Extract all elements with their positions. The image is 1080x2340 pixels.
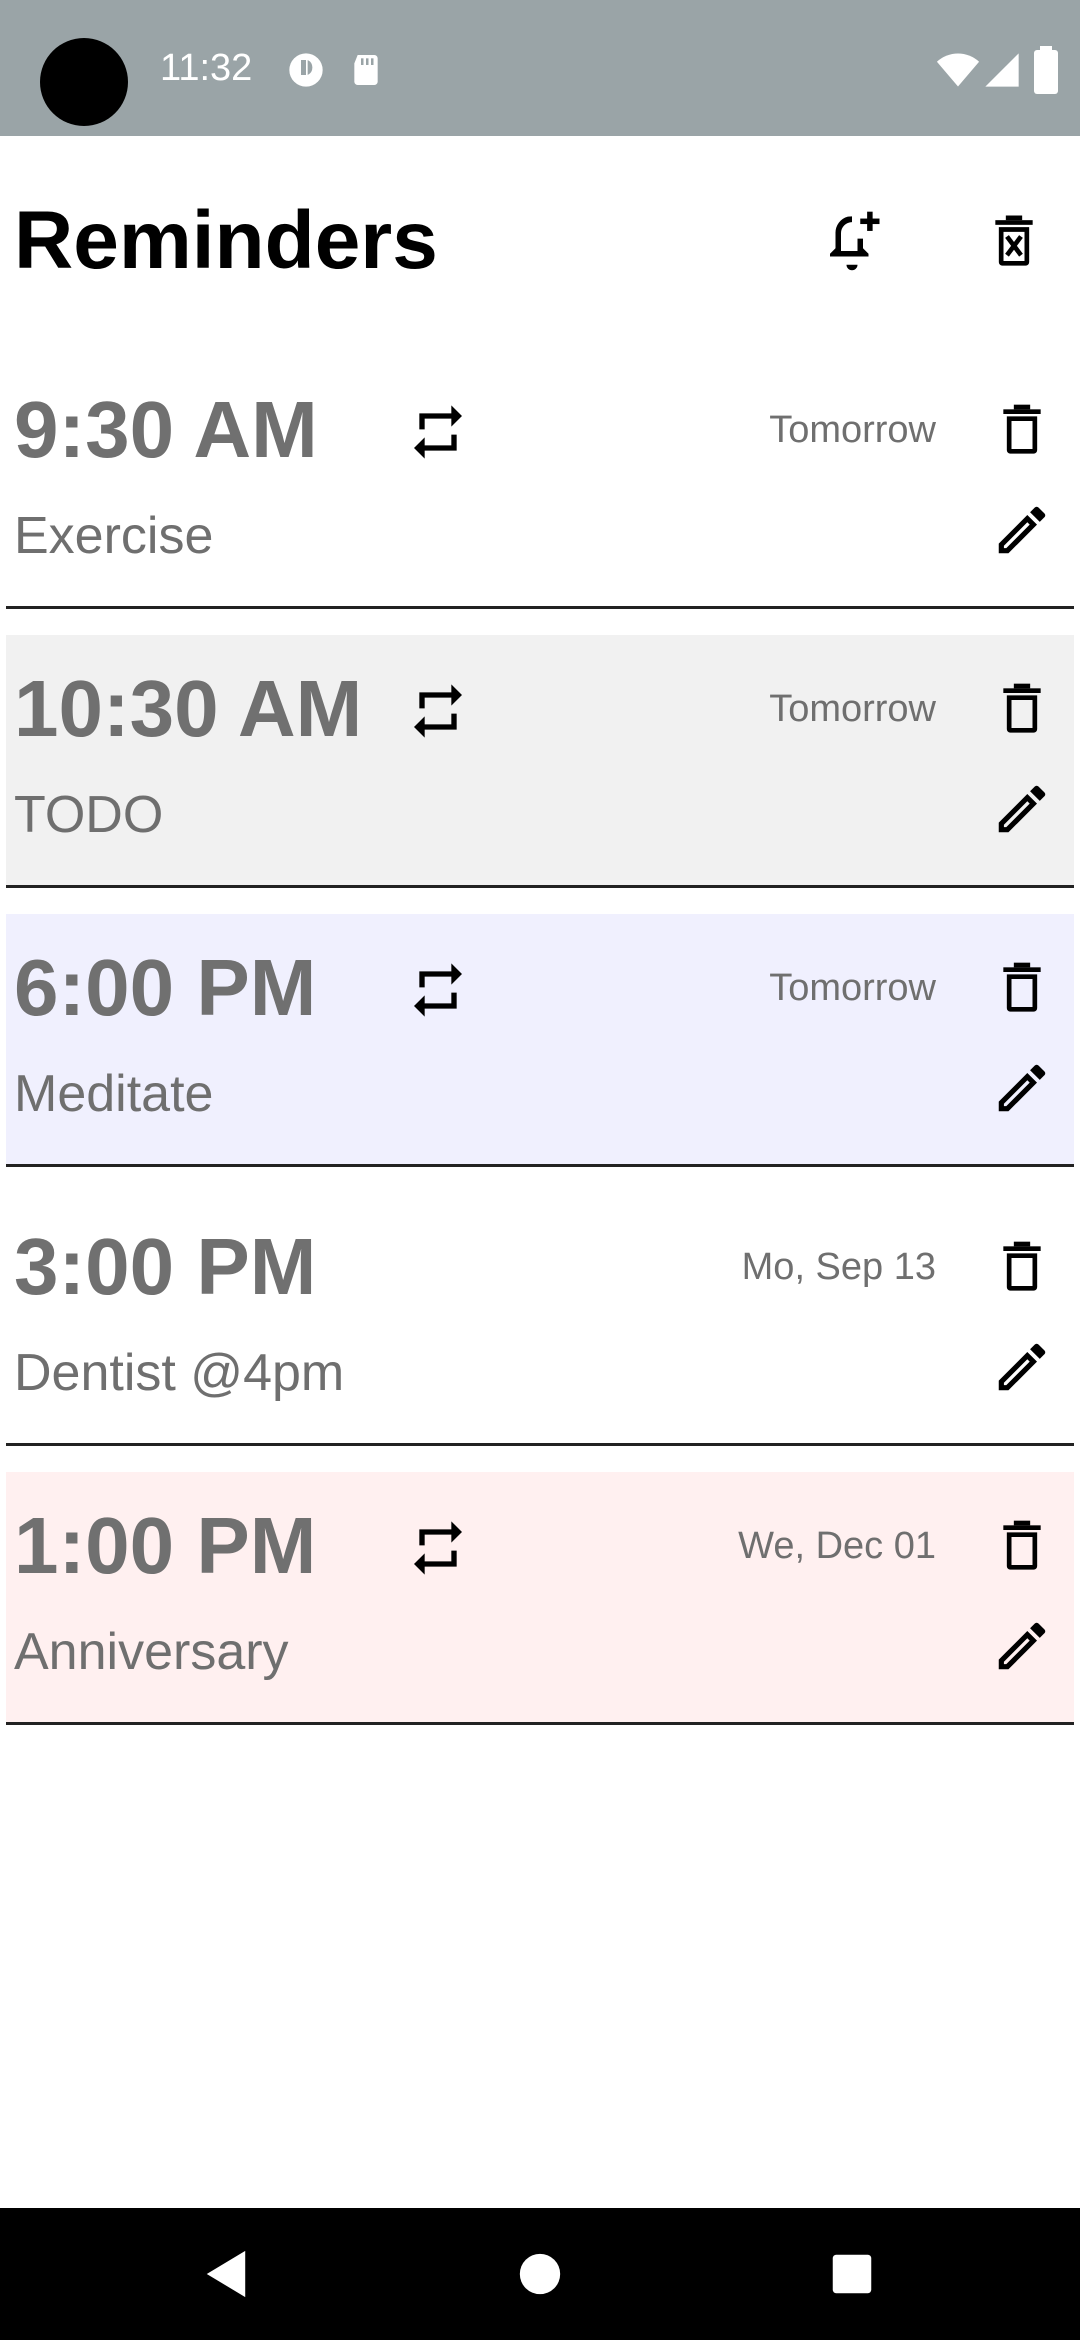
reminder-label: Meditate <box>14 1065 214 1123</box>
reminder-date: Mo, Sep 13 <box>741 1246 936 1288</box>
delete-reminder-button[interactable] <box>986 1508 1058 1580</box>
data-saver-icon <box>289 53 323 87</box>
trash-icon <box>1003 1241 1041 1291</box>
status-time: 11:32 <box>160 47 253 89</box>
sd-card-icon <box>354 55 378 85</box>
edit-reminder-button[interactable] <box>986 494 1058 566</box>
navigation-bar <box>0 2208 1080 2340</box>
trash-icon <box>1003 1520 1041 1570</box>
back-button[interactable] <box>188 2236 264 2312</box>
delete-all-icon <box>995 215 1033 266</box>
reminder-date: We, Dec 01 <box>738 1525 936 1567</box>
trash-icon <box>1003 683 1041 733</box>
reminder-time: 9:30 AM <box>14 385 318 474</box>
reminder-date: Tomorrow <box>769 688 936 730</box>
home-button[interactable] <box>502 2236 578 2312</box>
reminder-item[interactable]: 10:30 AM Tomorrow TODO <box>6 635 1074 888</box>
reminder-item[interactable]: 9:30 AM Tomorrow Exercise <box>6 356 1074 609</box>
reminder-label: Exercise <box>14 507 214 565</box>
wifi-icon <box>936 53 980 87</box>
reminders-screen: 11:32 Reminders 9:30 AM Tomorrow Exercis… <box>0 0 1080 2340</box>
delete-reminder-button[interactable] <box>986 671 1058 743</box>
reminder-item[interactable]: 6:00 PM Tomorrow Meditate <box>6 914 1074 1167</box>
status-bar: 11:32 <box>0 0 1080 136</box>
reminder-label: TODO <box>14 786 164 844</box>
battery-icon <box>1034 46 1058 94</box>
camera-cutout <box>40 38 128 126</box>
delete-reminder-button[interactable] <box>986 950 1058 1022</box>
edit-reminder-button[interactable] <box>986 1331 1058 1403</box>
reminder-date: Tomorrow <box>769 409 936 451</box>
edit-reminder-button[interactable] <box>986 1052 1058 1124</box>
home-icon <box>519 2253 561 2295</box>
trash-icon <box>1003 962 1041 1012</box>
cellular-signal-icon <box>985 53 1019 87</box>
delete-all-button[interactable] <box>974 200 1054 280</box>
pencil-icon <box>998 1064 1046 1112</box>
repeat-icon <box>414 1521 462 1575</box>
recents-button[interactable] <box>814 2236 890 2312</box>
reminder-time: 6:00 PM <box>14 943 317 1032</box>
recents-icon <box>832 2254 872 2294</box>
reminder-list: 9:30 AM Tomorrow Exercise 10:30 AM Tomorrow T… <box>6 356 1074 1751</box>
delete-reminder-button[interactable] <box>986 392 1058 464</box>
pencil-icon <box>998 1343 1046 1391</box>
repeat-icon <box>414 405 462 459</box>
repeat-icon <box>414 963 462 1017</box>
reminder-item[interactable]: 1:00 PM We, Dec 01 Anniversary <box>6 1472 1074 1725</box>
trash-icon <box>1003 404 1041 454</box>
edit-reminder-button[interactable] <box>986 773 1058 845</box>
pencil-icon <box>998 1622 1046 1670</box>
reminder-time: 10:30 AM <box>14 664 363 753</box>
reminder-item[interactable]: 3:00 PM Mo, Sep 13 Dentist @4pm <box>6 1193 1074 1446</box>
reminder-time: 3:00 PM <box>14 1222 317 1311</box>
repeat-icon <box>414 684 462 738</box>
page-title: Reminders <box>14 195 438 286</box>
reminder-label: Anniversary <box>14 1623 289 1681</box>
delete-reminder-button[interactable] <box>986 1229 1058 1301</box>
edit-reminder-button[interactable] <box>986 1610 1058 1682</box>
reminder-label: Dentist @4pm <box>14 1344 345 1402</box>
add-alarm-icon <box>830 211 880 271</box>
pencil-icon <box>998 506 1046 554</box>
add-reminder-button[interactable] <box>812 200 892 280</box>
back-icon <box>206 2250 246 2298</box>
reminder-time: 1:00 PM <box>14 1501 317 1590</box>
pencil-icon <box>998 785 1046 833</box>
reminder-date: Tomorrow <box>769 967 936 1009</box>
